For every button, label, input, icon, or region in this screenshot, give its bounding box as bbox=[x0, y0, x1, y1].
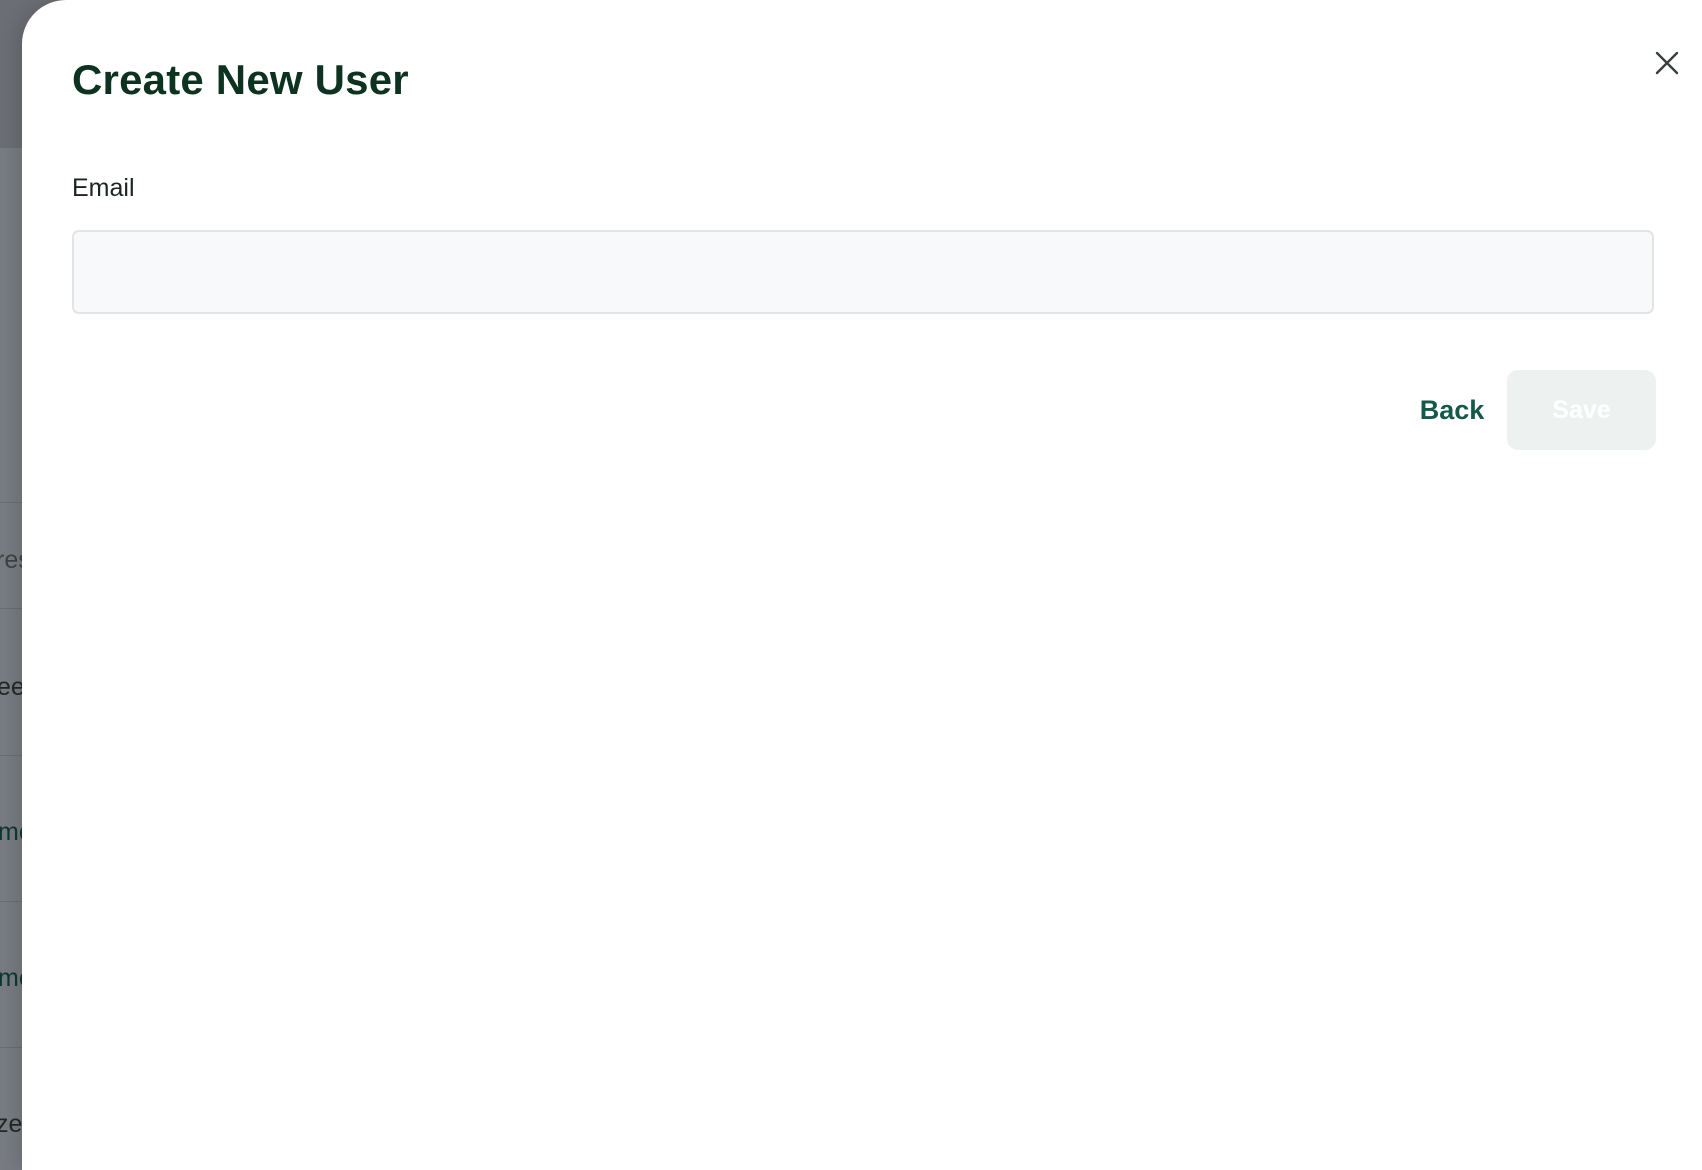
save-button[interactable]: Save bbox=[1507, 370, 1656, 450]
create-user-modal: Create New User Email Back Save bbox=[22, 0, 1702, 1170]
email-field[interactable] bbox=[72, 230, 1654, 314]
close-icon bbox=[1655, 51, 1679, 75]
email-label: Email bbox=[72, 174, 135, 202]
modal-title: Create New User bbox=[72, 56, 409, 103]
background-row-text: ze bbox=[0, 1110, 23, 1138]
back-button[interactable]: Back bbox=[1382, 370, 1522, 450]
close-button[interactable] bbox=[1648, 44, 1686, 82]
